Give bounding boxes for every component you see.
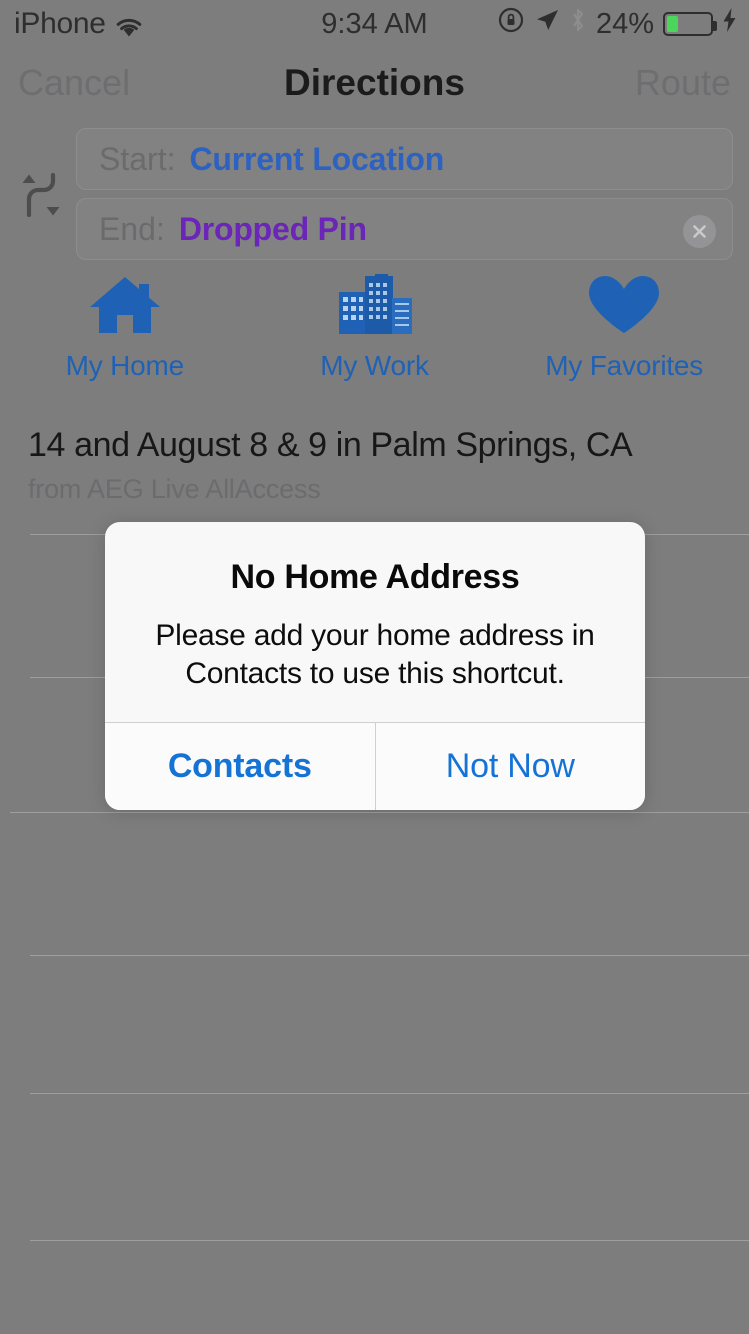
list-item[interactable]: 14 and August 8 & 9 in Palm Springs, CA … <box>0 398 749 534</box>
end-field-value: Dropped Pin <box>179 211 367 248</box>
alert-body: No Home Address Please add your home add… <box>105 522 645 722</box>
end-field[interactable]: End: Dropped Pin <box>76 198 733 260</box>
list-separator <box>30 955 749 956</box>
not-now-button[interactable]: Not Now <box>376 723 646 810</box>
list-item-title: 14 and August 8 & 9 in Palm Springs, CA <box>28 426 721 465</box>
swap-arrows-icon[interactable] <box>14 168 68 222</box>
clear-icon[interactable] <box>683 215 716 248</box>
start-field-value: Current Location <box>189 141 444 178</box>
battery-icon <box>663 12 713 36</box>
start-field[interactable]: Start: Current Location <box>76 128 733 190</box>
lightning-bolt-icon <box>722 7 737 41</box>
status-bar-right: 24% <box>497 6 737 42</box>
contacts-button[interactable]: Contacts <box>105 723 376 810</box>
start-field-label: Start: <box>99 141 175 178</box>
shortcut-my-favorites[interactable]: My Favorites <box>499 268 749 392</box>
shortcuts-row: My Home <box>0 268 749 392</box>
battery-percent-label: 24% <box>596 8 654 41</box>
list-separator <box>10 812 749 813</box>
rotation-lock-icon <box>497 6 525 42</box>
house-icon <box>87 274 163 336</box>
navigation-bar: Cancel Directions Route <box>0 48 749 118</box>
iphone-screen: iPhone 9:34 AM <box>0 0 749 1334</box>
shortcut-label: My Home <box>66 350 184 382</box>
alert-title: No Home Address <box>139 558 611 597</box>
alert-dialog: No Home Address Please add your home add… <box>105 522 645 810</box>
route-fields-panel: Start: Current Location End: Dropped Pin <box>0 120 749 262</box>
alert-message: Please add your home address in Contacts… <box>139 617 611 693</box>
shortcut-label: My Work <box>320 350 429 382</box>
end-field-label: End: <box>99 211 165 248</box>
alert-actions: Contacts Not Now <box>105 722 645 810</box>
status-bar: iPhone 9:34 AM <box>0 0 749 48</box>
list-item-subtitle: from AEG Live AllAccess <box>28 474 721 505</box>
heart-icon <box>586 274 662 336</box>
route-button[interactable]: Route <box>635 48 731 118</box>
location-arrow-icon <box>534 7 560 41</box>
bluetooth-icon <box>569 6 587 42</box>
shortcut-label: My Favorites <box>545 350 703 382</box>
list-separator <box>30 1093 749 1094</box>
shortcut-my-work[interactable]: My Work <box>250 268 500 392</box>
list-separator <box>30 1240 749 1241</box>
office-buildings-icon <box>335 274 415 336</box>
shortcut-my-home[interactable]: My Home <box>0 268 250 392</box>
